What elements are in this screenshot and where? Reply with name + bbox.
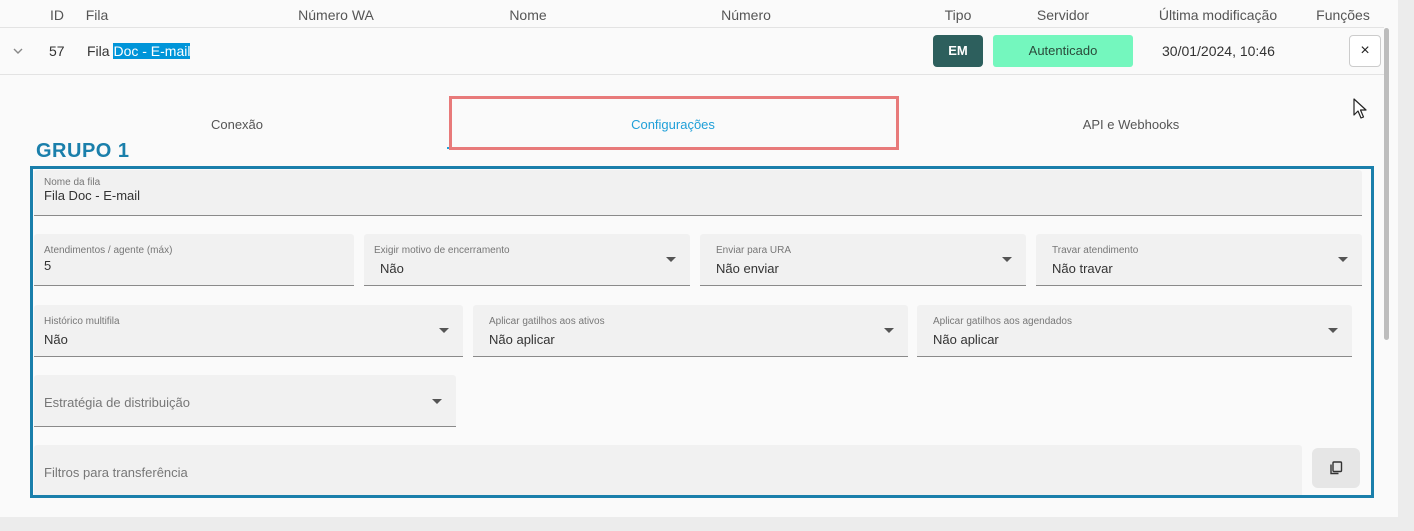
atendimentos-label: Atendimentos / agente (máx) [44, 245, 173, 256]
dropdown-arrow-icon [1338, 257, 1348, 262]
dropdown-arrow-icon [432, 399, 442, 404]
estrategia-select[interactable]: Estratégia de distribuição [34, 375, 456, 427]
gatilhos-agendados-label: Aplicar gatilhos aos agendados [933, 316, 1072, 327]
dropdown-arrow-icon [666, 257, 676, 262]
gatilhos-ativos-value: Não aplicar [489, 332, 555, 347]
header-ultima-modificacao[interactable]: Última modificação [1159, 7, 1277, 23]
gatilhos-ativos-select[interactable]: Aplicar gatilhos aos ativos Não aplicar [473, 305, 908, 357]
nome-da-fila-field[interactable]: Nome da fila Fila Doc - E-mail [34, 170, 1362, 216]
close-icon: × [1360, 42, 1370, 59]
nome-da-fila-label: Nome da fila [44, 177, 101, 188]
enviar-ura-label: Enviar para URA [716, 245, 792, 256]
dropdown-arrow-icon [884, 328, 894, 333]
chevron-down-icon[interactable] [10, 43, 26, 59]
row-fila: Fila Doc - E-mail [87, 43, 191, 59]
cursor-icon [1353, 98, 1367, 119]
exigir-motivo-select[interactable]: Exigir motivo de encerramento Não [364, 234, 690, 286]
tab-conexao[interactable]: Conexão [211, 117, 263, 132]
copy-icon [1330, 461, 1343, 475]
tipo-badge: EM [933, 35, 983, 67]
tab-highlight-annotation [449, 96, 899, 150]
close-button[interactable]: × [1349, 35, 1381, 67]
travar-value: Não travar [1052, 261, 1113, 276]
row-fila-highlight: Doc - E-mail [113, 43, 191, 59]
tab-api-webhooks[interactable]: API e Webhooks [1083, 117, 1180, 132]
enviar-ura-select[interactable]: Enviar para URA Não enviar [700, 234, 1026, 286]
table-row[interactable]: 57 Fila Doc - E-mail EM Autenticado 30/0… [0, 28, 1384, 75]
travar-label: Travar atendimento [1052, 245, 1139, 256]
header-funcoes: Funções [1316, 7, 1370, 23]
travar-select[interactable]: Travar atendimento Não travar [1036, 234, 1362, 286]
group-label: GRUPO 1 [36, 140, 130, 162]
atendimentos-field[interactable]: Atendimentos / agente (máx) 5 [34, 234, 354, 286]
table-header: ID Fila Número WA Nome Número Tipo Servi… [0, 0, 1384, 28]
nome-da-fila-value: Fila Doc - E-mail [44, 188, 141, 203]
header-servidor[interactable]: Servidor [1037, 7, 1089, 23]
row-id: 57 [49, 43, 65, 59]
gatilhos-agendados-select[interactable]: Aplicar gatilhos aos agendados Não aplic… [917, 305, 1352, 357]
row-ultima-modificacao: 30/01/2024, 10:46 [1162, 43, 1275, 59]
gatilhos-agendados-value: Não aplicar [933, 332, 999, 347]
exigir-motivo-value: Não [380, 261, 404, 276]
scrollbar[interactable] [1384, 28, 1389, 340]
historico-label: Histórico multifila [44, 316, 120, 327]
queue-panel: ID Fila Número WA Nome Número Tipo Servi… [0, 0, 1398, 517]
gatilhos-ativos-label: Aplicar gatilhos aos ativos [489, 316, 605, 327]
filtros-field[interactable]: Filtros para transferência [34, 445, 1302, 495]
estrategia-placeholder: Estratégia de distribuição [44, 395, 190, 410]
dropdown-arrow-icon [1328, 328, 1338, 333]
dropdown-arrow-icon [439, 328, 449, 333]
header-fila[interactable]: Fila [86, 7, 109, 23]
copy-button[interactable] [1312, 448, 1360, 488]
header-numero[interactable]: Número [721, 7, 771, 23]
header-tipo[interactable]: Tipo [945, 7, 972, 23]
header-numero-wa[interactable]: Número WA [298, 7, 374, 23]
exigir-motivo-label: Exigir motivo de encerramento [374, 245, 510, 256]
historico-value: Não [44, 332, 68, 347]
historico-select[interactable]: Histórico multifila Não [34, 305, 463, 357]
enviar-ura-value: Não enviar [716, 261, 779, 276]
status-badge: Autenticado [993, 35, 1133, 67]
header-id[interactable]: ID [50, 7, 64, 23]
header-nome[interactable]: Nome [509, 7, 546, 23]
dropdown-arrow-icon [1002, 257, 1012, 262]
atendimentos-value: 5 [44, 258, 52, 273]
filtros-placeholder: Filtros para transferência [44, 465, 188, 480]
row-fila-prefix: Fila [87, 43, 114, 59]
